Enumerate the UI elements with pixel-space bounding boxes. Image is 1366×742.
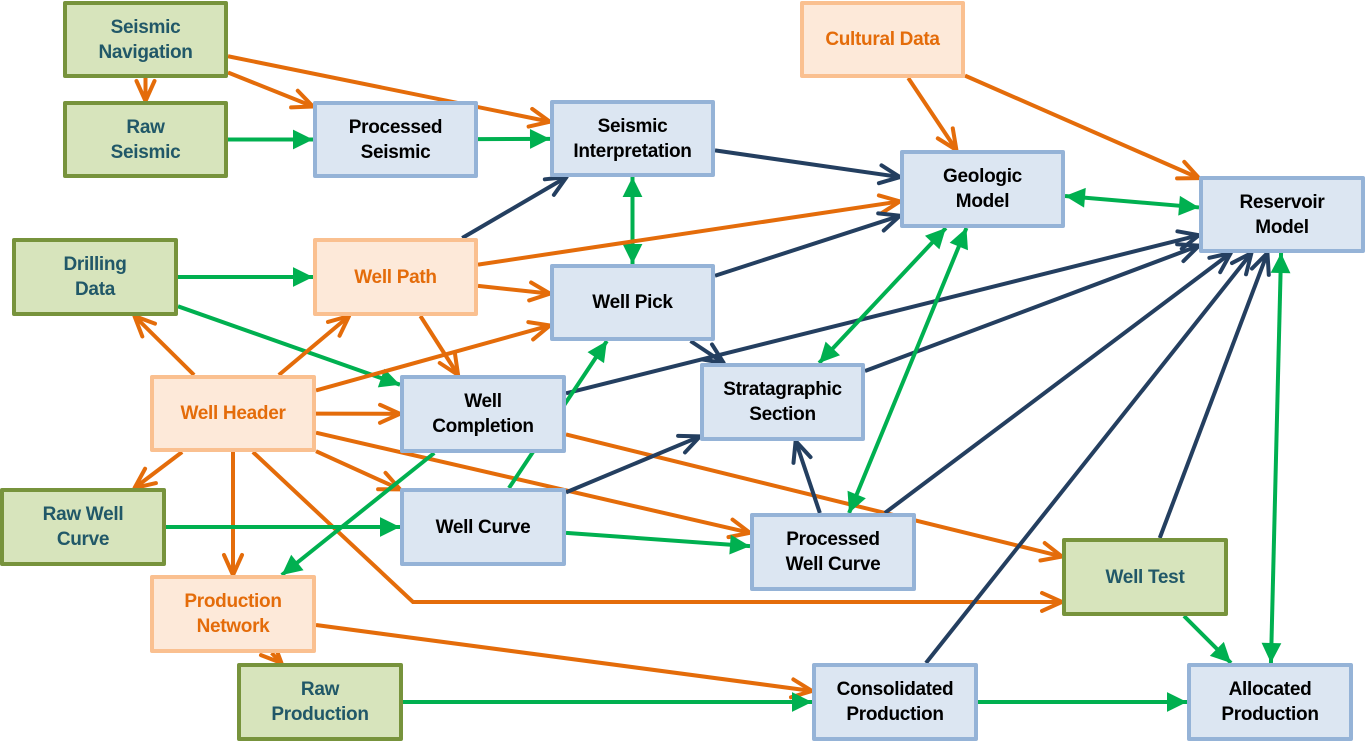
node-raw-well-curve[interactable]: Raw Well Curve [0,488,166,566]
edge-geologic-model-to-reservoir-model-arrowhead-start [1065,187,1086,208]
node-stratagraphic-section[interactable]: Stratagraphic Section [700,363,865,441]
edge-geologic-model-to-reservoir-model-arrowhead [1178,195,1199,216]
edge-well-curve-to-well-pick-arrowhead [587,341,607,364]
edge-seismic-navigation-to-processed-seismic [227,70,314,109]
node-seismic-navigation[interactable]: Seismic Navigation [63,1,228,78]
edge-well-path-to-well-completion [418,314,460,377]
node-raw-seismic[interactable]: Raw Seismic [63,101,228,178]
edge-reservoir-model-to-allocated-production-arrowhead [1261,642,1282,663]
edge-raw-seismic-to-processed-seismic-arrowhead [293,129,313,150]
edge-consolidated-production-to-allocated-production-arrowhead [1167,692,1187,712]
edge-seismic-interpretation-to-well-pick-arrowhead [622,244,643,264]
node-processed-seismic[interactable]: Processed Seismic [313,101,478,178]
edge-drilling-data-to-well-path-arrowhead [293,267,313,287]
node-drilling-data[interactable]: Drilling Data [12,238,178,316]
node-reservoir-model[interactable]: Reservoir Model [1199,176,1365,253]
edge-reservoir-model-to-allocated-production [1268,252,1284,664]
node-cultural-data[interactable]: Cultural Data [800,1,965,78]
node-well-path[interactable]: Well Path [313,238,478,316]
edge-raw-well-curve-to-well-curve-arrowhead [380,517,400,537]
edge-processed-seismic-to-seismic-interpretation-arrowhead [529,129,550,149]
node-well-pick[interactable]: Well Pick [550,264,715,341]
edge-well-header-to-drilling-data [133,314,196,377]
node-well-test[interactable]: Well Test [1062,538,1228,616]
edge-well-path-to-geologic-model [477,199,901,267]
edge-cultural-data-to-geologic-model [906,76,959,152]
node-allocated-production[interactable]: Allocated Production [1187,663,1353,741]
node-geologic-model[interactable]: Geologic Model [900,150,1065,228]
edge-well-curve-to-processed-well-curve [565,530,751,549]
node-seismic-interpretation[interactable]: Seismic Interpretation [550,100,715,177]
node-processed-well-curve[interactable]: Processed Well Curve [750,513,916,591]
edge-well-header-to-well-curve [315,449,401,492]
node-well-curve[interactable]: Well Curve [400,488,566,566]
edge-well-curve-to-processed-well-curve-arrowhead [729,534,750,555]
edge-geologic-model-to-reservoir-model [1064,194,1200,210]
node-production-network[interactable]: Production Network [150,575,316,653]
edge-stratagraphic-section-to-geologic-model [817,226,948,365]
node-well-header[interactable]: Well Header [150,375,316,452]
edge-reservoir-model-to-allocated-production-arrowhead-start [1270,253,1291,274]
node-raw-production[interactable]: Raw Production [237,663,403,741]
node-well-completion[interactable]: Well Completion [400,375,566,453]
edge-seismic-interpretation-to-geologic-model [714,148,901,180]
edge-well-header-to-raw-well-curve [133,450,184,490]
edge-drilling-data-to-well-completion [177,304,401,387]
edge-processed-well-curve-to-reservoir-model [883,251,1232,515]
edge-seismic-interpretation-to-well-pick-arrowhead-start [622,177,643,197]
node-consolidated-production[interactable]: Consolidated Production [812,663,978,741]
edge-well-path-to-seismic-interpretation [461,175,568,240]
